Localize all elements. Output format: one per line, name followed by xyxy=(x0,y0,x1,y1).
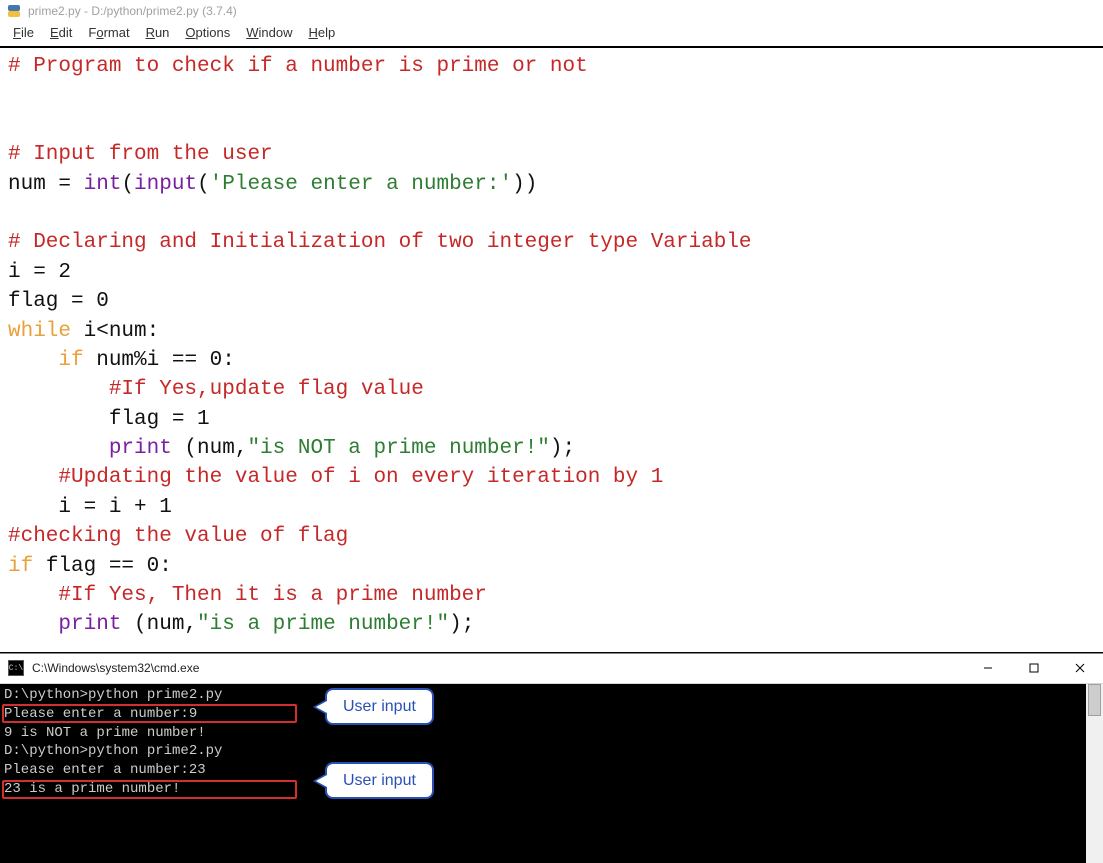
menu-help[interactable]: HelpHelp xyxy=(302,24,343,41)
callout-tail-icon xyxy=(313,773,327,789)
callout-tail-icon xyxy=(313,699,327,715)
code-text: ); xyxy=(449,613,474,636)
menu-file[interactable]: FFileile xyxy=(6,24,41,41)
code-text: (num, xyxy=(121,613,197,636)
maximize-button[interactable] xyxy=(1011,653,1057,683)
code-comment: # Program to check if a number is prime … xyxy=(8,55,588,78)
code-text: ( xyxy=(121,173,134,196)
menu-edit[interactable]: EditEdit xyxy=(43,24,79,41)
menu-window[interactable]: WindowWindow xyxy=(239,24,299,41)
code-text: )) xyxy=(512,173,537,196)
idle-title-text: prime2.py - D:/python/prime2.py (3.7.4) xyxy=(28,4,237,18)
scrollbar-thumb[interactable] xyxy=(1088,684,1101,716)
cmd-line: 9 is NOT a prime number! xyxy=(4,724,1099,743)
code-text: ( xyxy=(197,173,210,196)
code-text: (num, xyxy=(172,437,248,460)
code-keyword: if xyxy=(8,555,33,578)
cmd-line: D:\python>python prime2.py xyxy=(4,686,1099,705)
code-builtin: print xyxy=(8,437,172,460)
code-comment: #checking the value of flag xyxy=(8,525,348,548)
code-text: num%i == 0: xyxy=(84,349,235,372)
cmd-output[interactable]: D:\python>python prime2.py Please enter … xyxy=(0,684,1103,863)
code-editor[interactable]: # Program to check if a number is prime … xyxy=(0,46,1103,652)
cmd-line: 23 is a prime number! xyxy=(4,780,1099,799)
callout-user-input: User input xyxy=(325,762,434,800)
code-keyword: if xyxy=(8,349,84,372)
cmd-line: D:\python>python prime2.py xyxy=(4,742,1099,761)
cmd-window: C:\ C:\Windows\system32\cmd.exe D:\pytho… xyxy=(0,653,1103,863)
idle-menubar: FFileile EditEdit FormatFormat RunRun Op… xyxy=(0,22,1103,46)
code-builtin: input xyxy=(134,173,197,196)
code-text: num = xyxy=(8,173,84,196)
menu-format[interactable]: FormatFormat xyxy=(81,24,136,41)
code-text: flag = 0 xyxy=(8,290,109,313)
code-comment: # Input from the user xyxy=(8,143,273,166)
code-string: "is a prime number!" xyxy=(197,613,449,636)
code-comment: #If Yes,update flag value xyxy=(8,378,424,401)
code-text: flag = 1 xyxy=(8,408,210,431)
code-text: i = 2 xyxy=(8,261,71,284)
idle-editor-window: prime2.py - D:/python/prime2.py (3.7.4) … xyxy=(0,0,1103,653)
cmd-icon: C:\ xyxy=(8,660,24,676)
code-text: i = i + 1 xyxy=(8,496,172,519)
code-keyword: while xyxy=(8,320,71,343)
cmd-window-controls xyxy=(965,653,1103,683)
cmd-line: Please enter a number:23 xyxy=(4,761,1099,780)
callout-label: User input xyxy=(343,698,416,715)
code-comment: # Declaring and Initialization of two in… xyxy=(8,231,752,254)
code-comment: #Updating the value of i on every iterat… xyxy=(8,466,663,489)
code-string: 'Please enter a number:' xyxy=(210,173,512,196)
code-comment: #If Yes, Then it is a prime number xyxy=(8,584,487,607)
callout-user-input: User input xyxy=(325,688,434,726)
code-text: flag == 0: xyxy=(33,555,172,578)
menu-run[interactable]: RunRun xyxy=(139,24,177,41)
menu-options[interactable]: OptionsOptions xyxy=(178,24,237,41)
cmd-title-text: C:\Windows\system32\cmd.exe xyxy=(32,661,199,675)
idle-titlebar: prime2.py - D:/python/prime2.py (3.7.4) xyxy=(0,0,1103,22)
cmd-scrollbar[interactable] xyxy=(1086,684,1103,863)
code-text: i<num: xyxy=(71,320,159,343)
minimize-button[interactable] xyxy=(965,653,1011,683)
code-text: ); xyxy=(550,437,575,460)
callout-label: User input xyxy=(343,772,416,789)
code-builtin: int xyxy=(84,173,122,196)
cmd-titlebar[interactable]: C:\ C:\Windows\system32\cmd.exe xyxy=(0,654,1103,684)
code-builtin: print xyxy=(8,613,121,636)
close-button[interactable] xyxy=(1057,653,1103,683)
code-string: "is NOT a prime number!" xyxy=(247,437,549,460)
python-icon xyxy=(6,3,22,19)
cmd-line: Please enter a number:9 xyxy=(4,705,1099,724)
